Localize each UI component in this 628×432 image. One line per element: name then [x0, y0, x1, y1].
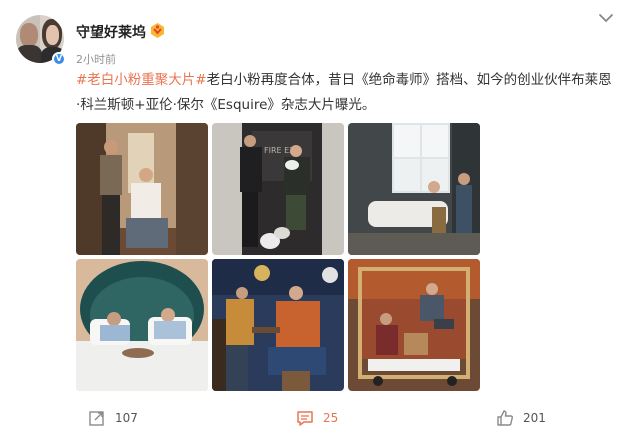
- photo-bar: [212, 259, 344, 391]
- chevron-down-icon[interactable]: [598, 12, 614, 24]
- photo-bathroom: [348, 123, 480, 255]
- thumbs-up-icon: [497, 410, 513, 426]
- username[interactable]: 守望好莱坞: [76, 22, 146, 42]
- comment-count: 25: [323, 411, 339, 425]
- like-button[interactable]: 201: [496, 408, 546, 428]
- repost-icon: [89, 411, 104, 426]
- photo-doorway-dogs: FIRE EX: [212, 123, 344, 255]
- repost-button[interactable]: 107: [88, 408, 138, 428]
- post-timestamp[interactable]: 2小时前: [76, 51, 116, 67]
- hashtag-link[interactable]: #老白小粉重聚大片#: [76, 72, 207, 88]
- verified-badge-icon: V: [52, 52, 66, 66]
- photo-hallway: [76, 123, 208, 255]
- comment-button[interactable]: 25: [296, 408, 338, 428]
- vip-badge-icon[interactable]: [149, 22, 166, 39]
- post-image-luggage-cart[interactable]: [348, 259, 480, 391]
- post-image-bathroom[interactable]: [348, 123, 480, 255]
- like-count: 201: [523, 411, 546, 425]
- comment-icon: [297, 411, 313, 426]
- post-body: #老白小粉重聚大片#老白小粉再度合体，昔日《绝命毒师》搭档、如今的创业伙伴布莱恩…: [76, 68, 612, 118]
- weibo-post-card: V 守望好莱坞 2小时前 #老白小粉重聚大片#老白小粉再度合体，昔日《绝命毒师》…: [0, 0, 628, 432]
- photo-luggage-cart: [348, 259, 480, 391]
- post-image-bed[interactable]: [76, 259, 208, 391]
- repost-count: 107: [115, 411, 138, 425]
- post-image-hallway[interactable]: [76, 123, 208, 255]
- post-image-bar[interactable]: [212, 259, 344, 391]
- photo-bed: [76, 259, 208, 391]
- post-image-doorway[interactable]: FIRE EX: [212, 123, 344, 255]
